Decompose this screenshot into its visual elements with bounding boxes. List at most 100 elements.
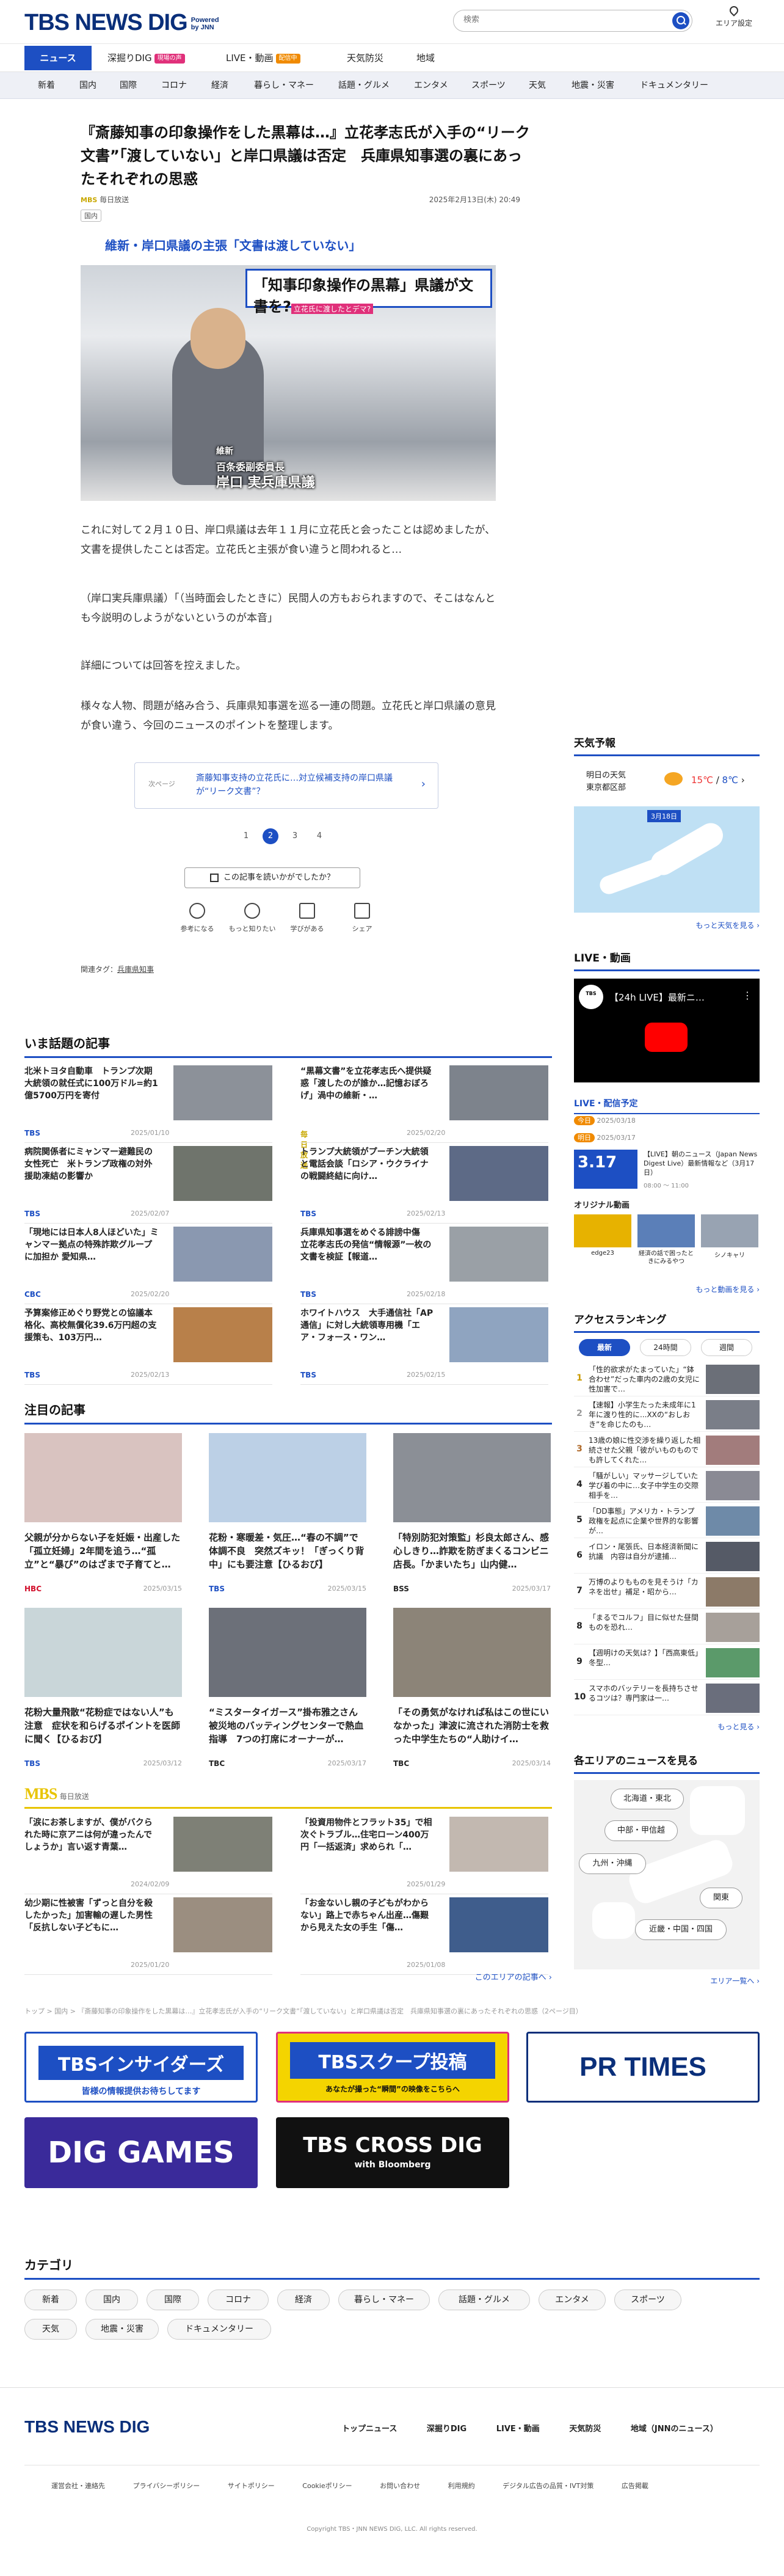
ranking-item[interactable]: 3 13歳の娘に性交渉を繰り返した相続させた父親「彼がいものものでも許してくれた… [574, 1433, 760, 1467]
reaction-useful[interactable]: 参考になる [171, 903, 223, 933]
category-chip[interactable]: コロナ [208, 2290, 269, 2310]
page-link[interactable]: 3 [287, 828, 303, 844]
footer-link[interactable]: お問い合わせ [380, 2482, 420, 2490]
featured-card[interactable]: 「特別防犯対策監」杉良太郎さん、感心しきり…詐欺を防ぎまくるコンビニ店長。「かま… [393, 1433, 551, 1598]
more-vertical-icon[interactable]: ⋮ [742, 990, 752, 1001]
site-logo[interactable]: TBS NEWS DIG Powered by JNN [24, 10, 219, 36]
weather-more-link[interactable]: もっと天気を見る › [695, 920, 760, 930]
gnav-news[interactable]: ニュース [24, 46, 92, 70]
footer-nav-item[interactable]: 深掘りDIG [427, 2425, 466, 2434]
live-player[interactable]: TBS 【24h LIVE】最新ニ… ⋮ [574, 979, 760, 1082]
ranking-item[interactable]: 4 「騒がしい」マッサージしていた学び着の中に…女子中学生の交際相手を… [574, 1469, 760, 1503]
video-card[interactable]: 経済の話で困ったときにみるやつ [637, 1214, 695, 1266]
play-icon[interactable] [645, 1023, 688, 1052]
category-chip[interactable]: 国内 [85, 2290, 138, 2310]
banner-tbs-insiders[interactable]: TBSインサイダーズ 皆様の情報提供お待ちしてます [24, 2032, 258, 2103]
mbs-more-link[interactable]: このエリアの記事へ › [475, 1971, 552, 1982]
reaction-share[interactable]: シェア [336, 903, 388, 933]
featured-card[interactable]: 花粉大量飛散“花粉症ではない人”も注意 症状を和らげるポイントを医師に聞く【ひる… [24, 1608, 182, 1773]
category-chip[interactable]: 経済 [277, 2290, 330, 2310]
category-chip[interactable]: 国際 [147, 2290, 199, 2310]
weather-today[interactable]: 明日の天気 東京都区部 15℃ / 8℃ › [574, 764, 760, 800]
footer-link[interactable]: 広告掲載 [622, 2482, 648, 2490]
footer-link[interactable]: プライバシーポリシー [133, 2482, 200, 2490]
footer-nav-item[interactable]: 地域（JNNのニュース） [631, 2425, 718, 2434]
footer-link[interactable]: 運営会社・連絡先 [51, 2482, 105, 2490]
footer-link[interactable]: デジタル広告の品質・IVT対策 [503, 2482, 593, 2490]
featured-card[interactable]: 花粉・寒暖差・気圧…“春の不調”で体調不良 突然ズキッ！「ぎっくり背中」にも要注… [209, 1433, 366, 1598]
schedule-item[interactable]: 今日 2025/03/18 [574, 1115, 636, 1125]
feedback-prompt[interactable]: この記事を読いかがでしたか？ [184, 867, 360, 888]
subnav-item[interactable]: 経済 [211, 72, 228, 99]
category-chip[interactable]: 暮らし・マネー [338, 2290, 430, 2310]
area-link[interactable]: 近畿・中国・四国 [635, 1919, 727, 1940]
category-pill[interactable]: 国内 [81, 210, 101, 222]
ranking-item[interactable]: 7 万博のよりもものを見そうけ「カネを出せ」補足・昭から… [574, 1575, 760, 1609]
footer-link[interactable]: サイトポリシー [228, 2482, 275, 2490]
category-chip[interactable]: 天気 [24, 2319, 77, 2340]
subnav-item[interactable]: 国際 [120, 72, 137, 99]
area-setting[interactable]: エリア設定 [716, 4, 752, 28]
subnav-item[interactable]: コロナ [161, 72, 187, 99]
category-chip[interactable]: 地震・災害 [85, 2319, 159, 2340]
reaction-more[interactable]: もっと知りたい [226, 903, 278, 933]
search-input[interactable] [463, 15, 659, 24]
footer-link[interactable]: 利用規約 [448, 2482, 475, 2490]
ranking-more-link[interactable]: もっと見る › [717, 1721, 760, 1732]
ranking-item[interactable]: 9 【週明けの天気は？】「西高東低」冬型… [574, 1646, 760, 1680]
footer-nav-item[interactable]: 天気防災 [569, 2425, 601, 2434]
subnav-item[interactable]: エンタメ [414, 72, 448, 99]
featured-card[interactable]: 父親が分からない子を妊娠・出産した「孤立妊婦」2年間を追う…“孤立”と“暴び”の… [24, 1433, 182, 1598]
category-chip[interactable]: スポーツ [614, 2290, 681, 2310]
tab-latest[interactable]: 最新 [579, 1339, 630, 1356]
subnav-item[interactable]: スポーツ [471, 72, 506, 99]
tab-24h[interactable]: 24時間 [640, 1339, 691, 1356]
page-link-current[interactable]: 2 [263, 828, 278, 844]
subnav-item[interactable]: 新着 [38, 72, 55, 99]
banner-prtimes[interactable]: PR TIMES [526, 2032, 760, 2103]
ranking-item[interactable]: 10 スマホのバッテリーを長持ちさせるコツは？専門家は一… [574, 1681, 760, 1715]
article-source[interactable]: 毎日放送 [100, 195, 129, 204]
gnav-dig[interactable]: 深掘りDIG 現場の声 [107, 44, 185, 72]
banner-tbs-scoop[interactable]: TBSスクープ投稿 あなたが撮った“瞬間”の映像をこちらへ [276, 2032, 509, 2103]
subnav-item[interactable]: 地震・災害 [572, 72, 614, 99]
area-more-link[interactable]: エリア一覧へ › [710, 1976, 760, 1986]
subnav-item[interactable]: ドキュメンタリー [640, 72, 708, 99]
category-chip[interactable]: 新着 [24, 2290, 77, 2310]
category-chip[interactable]: ドキュメンタリー [167, 2319, 271, 2340]
gnav-live[interactable]: LIVE・動画 配信中 [226, 44, 300, 72]
ranking-item[interactable]: 6 イロン・尾張氏、日本経済新聞に抗議 内容は自分が逮捕… [574, 1539, 760, 1574]
video-more-link[interactable]: もっと動画を見る › [695, 1284, 760, 1294]
category-chip[interactable]: エンタメ [539, 2290, 606, 2310]
banner-dig-games[interactable]: DIG GAMES [24, 2117, 258, 2188]
footer-nav-item[interactable]: LIVE・動画 [496, 2425, 540, 2434]
ranking-item[interactable]: 8 「まるでコルフ」目に似せた昼間ものを恐れ… [574, 1610, 760, 1644]
weather-map[interactable]: 3月18日 [574, 806, 760, 913]
gnav-area[interactable]: 地域 [416, 44, 435, 72]
area-link[interactable]: 北海道・東北 [611, 1789, 684, 1809]
category-chip[interactable]: 話題・グルメ [438, 2290, 530, 2310]
area-link[interactable]: 九州・沖縄 [579, 1853, 646, 1874]
ranking-item[interactable]: 5 「DD事態」アメリカ・トランプ政権を起点に企業や世界的な影響が… [574, 1504, 760, 1538]
ranking-item[interactable]: 2 【速報】小学生たった未成年に1年に渡り性的に...XXの“おしおき”を命じたの… [574, 1398, 760, 1432]
schedule-item[interactable]: 明日 2025/03/17 [574, 1133, 636, 1142]
next-page-link[interactable]: 次ページ 斎藤知事支持の立花氏に…対立候補支持の岸口県議が“リーク文書”？ › [134, 762, 438, 809]
banner-cross-dig[interactable]: TBS CROSS DIG with Bloomberg [276, 2117, 509, 2188]
search-icon[interactable] [672, 12, 689, 29]
subnav-item[interactable]: 話題・グルメ [338, 72, 390, 99]
video-card[interactable]: edge23 [574, 1214, 631, 1257]
subnav-item[interactable]: 天気 [529, 72, 546, 99]
page-link[interactable]: 1 [238, 828, 254, 844]
reaction-learn[interactable]: 学びがある [281, 903, 333, 933]
subnav-item[interactable]: 国内 [79, 72, 96, 99]
tag-link[interactable]: 兵庫県知事 [117, 965, 154, 974]
featured-card[interactable]: “ミスタータイガース”掛布雅之さん 被災地のバッティングセンターで熱血指導 7つ… [209, 1608, 366, 1773]
featured-card[interactable]: 「その勇気がなければ私はこの世にいなかった」津波に流された消防士を救った中学生た… [393, 1608, 551, 1773]
footer-link[interactable]: Cookieポリシー [302, 2482, 352, 2490]
page-link[interactable]: 4 [311, 828, 327, 844]
live-schedule-card[interactable]: 3.17 【LIVE】朝のニュース（Japan News Digest Live… [574, 1150, 760, 1190]
area-link[interactable]: 中部・甲信越 [604, 1820, 678, 1841]
footer-nav-item[interactable]: トップニュース [342, 2425, 397, 2434]
ranking-item[interactable]: 1 「性的欲求がたまっていた」“鉢合わせ”だった車内の2歳の女児に性加害で… [574, 1362, 760, 1396]
video-card[interactable]: シノキャリ [701, 1214, 758, 1259]
